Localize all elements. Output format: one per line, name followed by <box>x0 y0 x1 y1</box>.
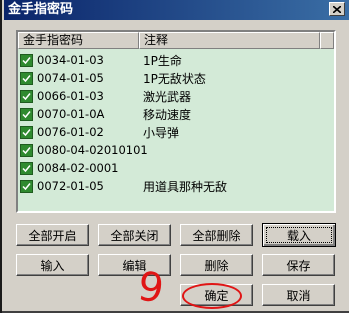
row-code: 0084-02-0001 <box>37 161 119 175</box>
row-checkbox[interactable] <box>20 125 33 139</box>
edit-button[interactable]: 编辑 <box>98 254 171 276</box>
row-note: 移动速度 <box>143 107 192 122</box>
row-code: 0034-01-03 <box>37 53 104 67</box>
column-header-note[interactable]: 注释 <box>139 32 320 49</box>
checkmark-icon <box>22 92 31 100</box>
load-button[interactable]: 载入 <box>262 223 336 247</box>
focus-rect <box>266 227 332 243</box>
row-note: 小导弹 <box>143 125 180 140</box>
close-icon <box>333 5 341 13</box>
cheat-code-dialog: 金手指密码 金手指密码 注释 0034-01-03 1P生命 0074-01-05 1… <box>0 0 349 313</box>
row-note: 1P无敌状态 <box>143 71 206 86</box>
list-item[interactable]: 0034-01-03 1P生命 <box>18 51 334 69</box>
list-item[interactable]: 0072-01-05 用道具那种无敌 <box>18 177 334 195</box>
row-checkbox[interactable] <box>20 89 33 103</box>
row-checkbox[interactable] <box>20 143 33 157</box>
column-header-code[interactable]: 金手指密码 <box>18 32 139 49</box>
column-header-filler <box>320 32 334 49</box>
checkmark-icon <box>22 56 31 64</box>
row-code: 0070-01-0A <box>37 107 105 121</box>
row-code: 0076-01-02 <box>37 125 104 139</box>
delete-button[interactable]: 删除 <box>180 254 253 276</box>
row-note: 1P生命 <box>143 53 182 68</box>
list-item[interactable]: 0080-04-02010101 <box>18 141 334 159</box>
list-item[interactable]: 0076-01-02 小导弹 <box>18 123 334 141</box>
list-header: 金手指密码 注释 <box>18 32 334 49</box>
checkmark-icon <box>22 146 31 154</box>
row-code: 0080-04-02010101 <box>37 143 148 157</box>
delete-all-button[interactable]: 全部删除 <box>180 224 253 246</box>
checkmark-icon <box>22 164 31 172</box>
row-note: 用道具那种无敌 <box>143 179 228 194</box>
row-checkbox[interactable] <box>20 161 33 175</box>
list-item[interactable]: 0070-01-0A 移动速度 <box>18 105 334 123</box>
enable-all-button[interactable]: 全部开启 <box>16 224 89 246</box>
title-bar[interactable]: 金手指密码 <box>4 0 349 20</box>
cheat-code-list[interactable]: 金手指密码 注释 0034-01-03 1P生命 0074-01-05 1P无敌状态 0… <box>16 30 336 213</box>
checkmark-icon <box>22 110 31 118</box>
window-title: 金手指密码 <box>8 2 74 17</box>
row-note: 激光武器 <box>143 89 192 104</box>
list-rows: 0034-01-03 1P生命 0074-01-05 1P无敌状态 0066-01-03… <box>18 51 334 195</box>
row-code: 0074-01-05 <box>37 71 104 85</box>
row-checkbox[interactable] <box>20 107 33 121</box>
close-button[interactable] <box>329 2 345 16</box>
disable-all-button[interactable]: 全部关闭 <box>98 224 171 246</box>
list-item[interactable]: 0084-02-0001 <box>18 159 334 177</box>
row-checkbox[interactable] <box>20 179 33 193</box>
list-item[interactable]: 0066-01-03 激光武器 <box>18 87 334 105</box>
row-checkbox[interactable] <box>20 53 33 67</box>
row-code: 0066-01-03 <box>37 89 104 103</box>
save-button[interactable]: 保存 <box>262 254 335 276</box>
checkmark-icon <box>22 128 31 136</box>
checkmark-icon <box>22 182 31 190</box>
row-checkbox[interactable] <box>20 71 33 85</box>
input-button[interactable]: 输入 <box>16 254 89 276</box>
cancel-button[interactable]: 取消 <box>262 284 335 306</box>
ok-button[interactable]: 确定 <box>180 284 253 306</box>
list-item[interactable]: 0074-01-05 1P无敌状态 <box>18 69 334 87</box>
row-code: 0072-01-05 <box>37 179 104 193</box>
checkmark-icon <box>22 74 31 82</box>
